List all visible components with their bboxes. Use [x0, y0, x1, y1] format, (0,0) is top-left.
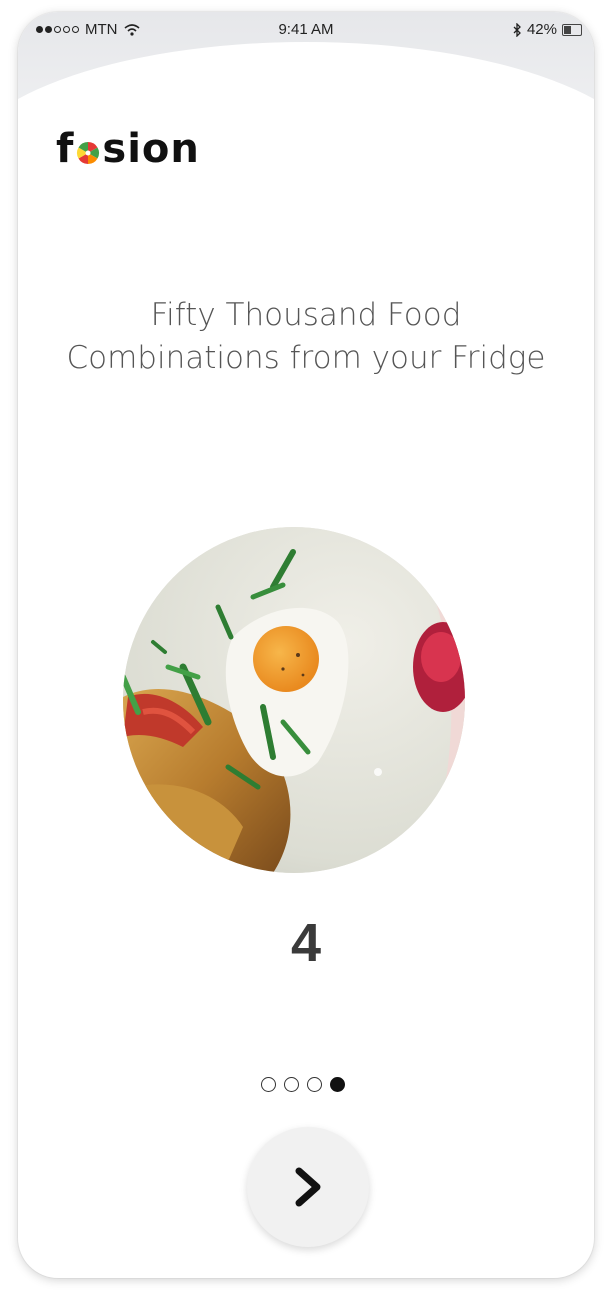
- page-dot-1[interactable]: [261, 1077, 276, 1092]
- page-dot-3[interactable]: [307, 1077, 322, 1092]
- status-bar: MTN 9:41 AM 42%: [18, 12, 594, 46]
- citrus-slice-icon: [77, 142, 100, 164]
- onboarding-headline: Fifty Thousand Food Combinations from yo…: [18, 294, 594, 380]
- next-button[interactable]: [247, 1127, 369, 1247]
- battery-percent: 42%: [526, 21, 557, 38]
- page-number: 4: [290, 913, 322, 973]
- food-photo: [123, 527, 465, 873]
- battery-fill: [564, 25, 571, 34]
- bluetooth-icon: [513, 22, 521, 37]
- food-photo-illustration: [123, 527, 465, 873]
- app-logo: f sion: [56, 126, 200, 172]
- page-dot-4-active[interactable]: [330, 1077, 345, 1092]
- phone-screen: MTN 9:41 AM 42% f sion Fifty Thousand Fo…: [18, 12, 594, 1278]
- page-dot-2[interactable]: [284, 1077, 299, 1092]
- battery-icon: [562, 23, 582, 36]
- headline-line-2: Combinations from your Fridge: [66, 340, 546, 376]
- status-time: 9:41 AM: [278, 21, 334, 38]
- logo-text-suffix: sion: [102, 126, 200, 172]
- chevron-right-icon: [295, 1167, 321, 1207]
- logo-text-prefix: f: [56, 126, 75, 172]
- headline-line-1: Fifty Thousand Food: [150, 297, 462, 333]
- status-right: 42%: [512, 21, 582, 38]
- page-indicator: [261, 1077, 345, 1092]
- top-curve: [18, 42, 594, 302]
